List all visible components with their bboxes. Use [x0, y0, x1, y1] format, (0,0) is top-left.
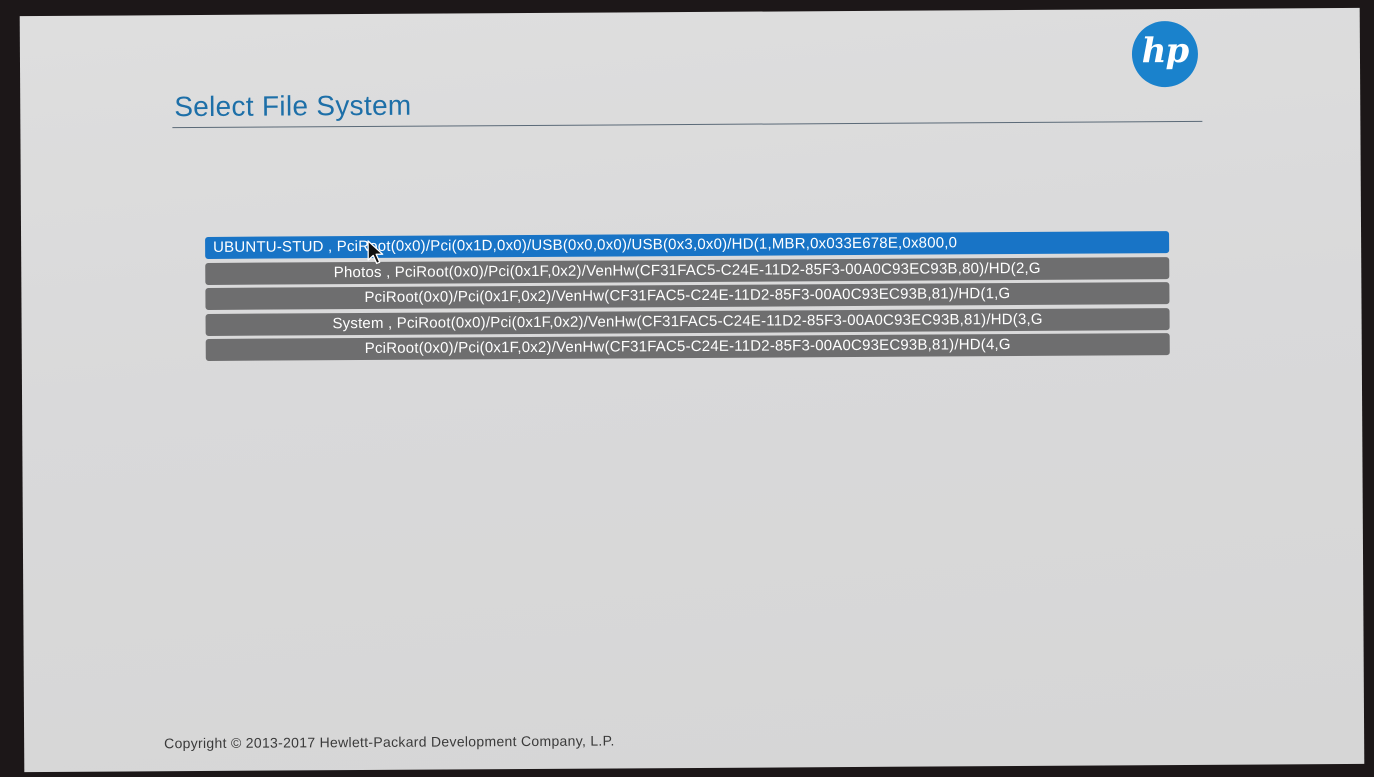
file-system-item-hd1[interactable]: PciRoot(0x0)/Pci(0x1F,0x2)/VenHw(CF31FAC…	[205, 282, 1170, 310]
file-system-item-label: PciRoot(0x0)/Pci(0x1F,0x2)/VenHw(CF31FAC…	[364, 336, 1011, 357]
file-system-item-label: PciRoot(0x0)/Pci(0x1F,0x2)/VenHw(CF31FAC…	[364, 285, 1011, 306]
file-system-item-label: System , PciRoot(0x0)/Pci(0x1F,0x2)/VenH…	[332, 310, 1043, 332]
bios-screen: Select File System hp UBUNTU-STUD , PciR…	[19, 7, 1365, 773]
file-system-item-photos[interactable]: Photos , PciRoot(0x0)/Pci(0x1F,0x2)/VenH…	[205, 256, 1170, 285]
file-system-item-label: UBUNTU-STUD , PciRoot(0x0)/Pci(0x1D,0x0)…	[213, 234, 958, 256]
file-system-list: UBUNTU-STUD , PciRoot(0x0)/Pci(0x1D,0x0)…	[205, 231, 1170, 364]
copyright-notice: Copyright © 2013-2017 Hewlett-Packard De…	[164, 732, 615, 752]
file-system-item-label: Photos , PciRoot(0x0)/Pci(0x1F,0x2)/VenH…	[333, 259, 1041, 281]
page-title: Select File System	[174, 89, 412, 123]
file-system-item-hd4[interactable]: PciRoot(0x0)/Pci(0x1F,0x2)/VenHw(CF31FAC…	[205, 333, 1170, 361]
file-system-item-system[interactable]: System , PciRoot(0x0)/Pci(0x1F,0x2)/VenH…	[205, 307, 1170, 336]
hp-logo-icon: hp	[1131, 20, 1199, 88]
file-system-item-ubuntu-stud[interactable]: UBUNTU-STUD , PciRoot(0x0)/Pci(0x1D,0x0)…	[205, 231, 1170, 259]
mouse-pointer-icon	[367, 240, 384, 265]
hp-logo-text: hp	[1141, 30, 1189, 72]
